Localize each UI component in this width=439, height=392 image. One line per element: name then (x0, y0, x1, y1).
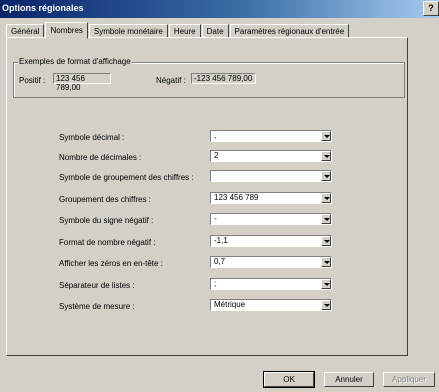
apply-button[interactable]: Appliquer (383, 372, 435, 387)
chevron-down-icon[interactable] (321, 171, 331, 181)
tab-currency[interactable]: Symbole monétaire (88, 24, 168, 38)
negative-number-format-label: Format de nombre négatif : (59, 238, 156, 247)
chevron-down-icon[interactable] (321, 131, 331, 141)
measurement-system-value: Métrique (214, 300, 246, 309)
list-separator-label: Séparateur de listes : (59, 281, 135, 290)
chevron-down-icon[interactable] (321, 193, 331, 203)
tab-numbers[interactable]: Nombres (45, 22, 88, 39)
negative-sign-combo[interactable]: - (210, 213, 332, 225)
ok-button[interactable]: OK (263, 371, 315, 388)
regional-options-dialog: Options régionales ? Général Nombres Sym… (0, 0, 439, 392)
positive-label: Positif : (19, 76, 46, 85)
measurement-system-label: Système de mesure : (59, 302, 135, 311)
chevron-down-icon[interactable] (321, 214, 331, 224)
measurement-system-combo[interactable]: Métrique (210, 299, 332, 311)
chevron-down-icon[interactable] (321, 151, 331, 161)
examples-legend: Exemples de format d'affichage (18, 57, 132, 66)
decimal-symbol-label: Symbole décimal : (59, 133, 125, 142)
help-button[interactable]: ? (423, 1, 439, 16)
digit-grouping-value: 123 456 789 (214, 193, 259, 202)
leading-zeros-value: 0,7 (214, 257, 226, 266)
decimal-digits-label: Nombre de décimales : (59, 153, 142, 162)
tab-input-locales[interactable]: Paramètres régionaux d'entrée (229, 24, 350, 38)
chevron-down-icon[interactable] (321, 300, 331, 310)
negative-label: Négatif : (156, 76, 186, 85)
negative-number-format-value: -1,1 (214, 236, 228, 245)
tab-general[interactable]: Général (6, 24, 45, 38)
positive-example-value: 123 456 789,00 (53, 73, 111, 92)
examples-groupbox: Exemples de format d'affichage Positif :… (13, 57, 405, 98)
decimal-symbol-value: , (214, 131, 217, 140)
digit-grouping-symbol-label: Symbole de groupement des chiffres : (59, 173, 194, 182)
negative-sign-value: - (214, 214, 217, 223)
tab-strip: Général Nombres Symbole monétaire Heure … (6, 20, 350, 39)
leading-zeros-label: Afficher les zéros en en-tête : (59, 259, 163, 268)
decimal-symbol-combo[interactable]: , (210, 130, 332, 142)
chevron-down-icon[interactable] (321, 257, 331, 267)
title-bar: Options régionales ? (0, 0, 439, 18)
negative-number-format-combo[interactable]: -1,1 (210, 235, 332, 247)
decimal-digits-combo[interactable]: 2 (210, 150, 332, 162)
digit-grouping-symbol-combo[interactable] (210, 170, 332, 182)
negative-sign-label: Symbole du signe négatif : (59, 216, 154, 225)
tab-date[interactable]: Date (201, 24, 229, 38)
window-title: Options régionales (2, 3, 84, 13)
negative-example-value: -123 456 789,00 (191, 73, 256, 84)
cancel-button[interactable]: Annuler (324, 372, 374, 387)
tab-time[interactable]: Heure (168, 24, 201, 38)
decimal-digits-value: 2 (214, 151, 219, 160)
chevron-down-icon[interactable] (321, 236, 331, 246)
digit-grouping-combo[interactable]: 123 456 789 (210, 192, 332, 204)
chevron-down-icon[interactable] (321, 279, 331, 289)
leading-zeros-combo[interactable]: 0,7 (210, 256, 332, 268)
digit-grouping-label: Groupement des chiffres : (59, 195, 151, 204)
list-separator-value: ; (214, 279, 217, 288)
list-separator-combo[interactable]: ; (210, 278, 332, 290)
